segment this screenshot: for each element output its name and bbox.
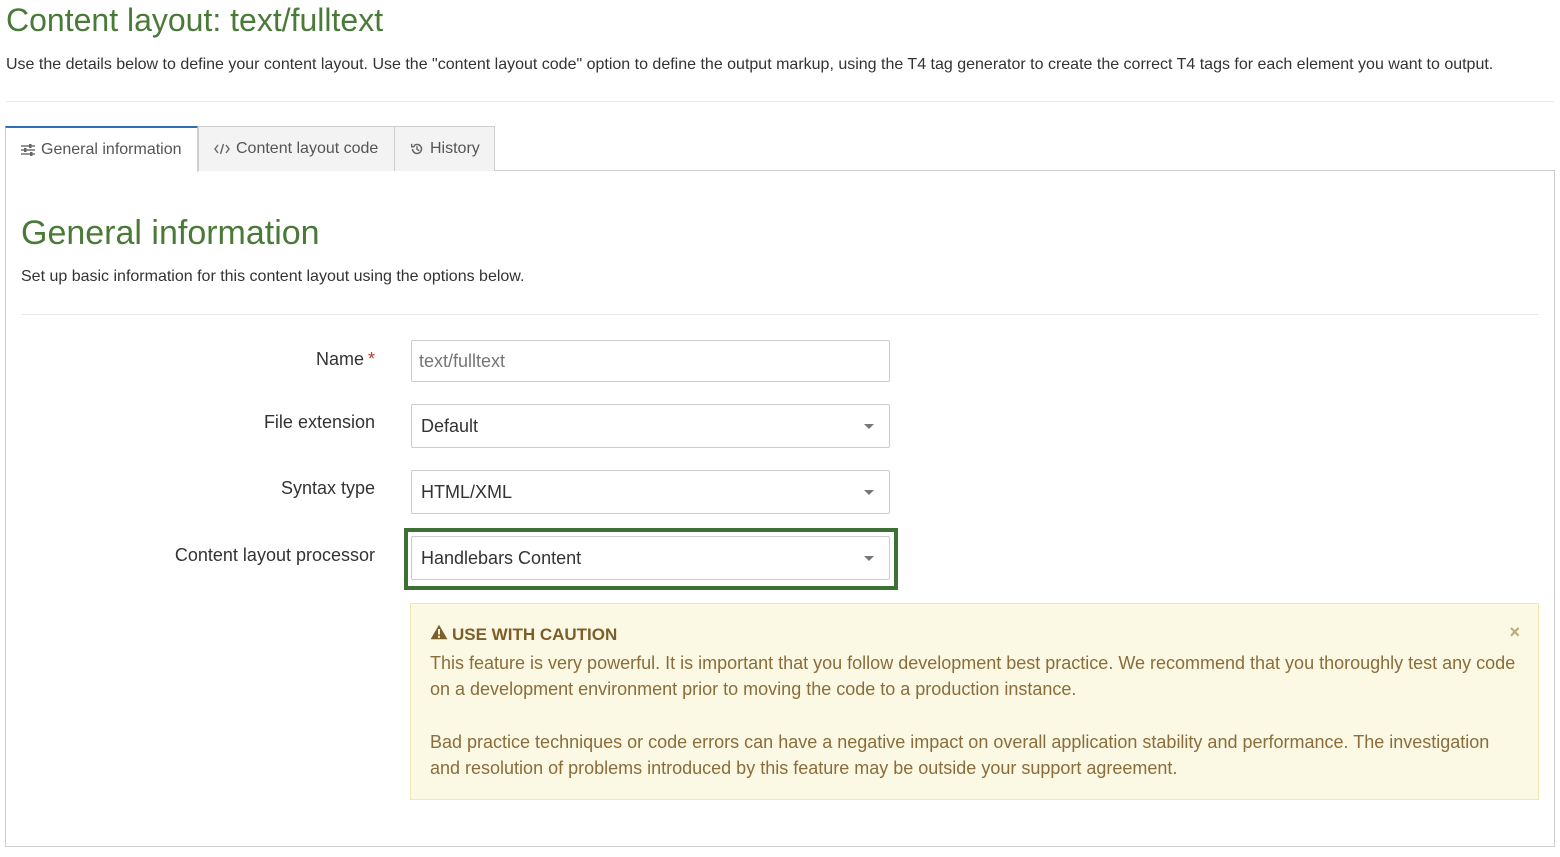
page-title: Content layout: text/fulltext bbox=[6, 2, 384, 38]
warning-icon bbox=[430, 624, 448, 646]
name-label: Name * bbox=[316, 348, 375, 370]
tab-label: History bbox=[430, 140, 480, 157]
history-icon bbox=[410, 142, 424, 156]
file-extension-label: File extension bbox=[263, 412, 375, 432]
processor-select[interactable]: Handlebars Content bbox=[411, 536, 890, 580]
tab-history[interactable]: History bbox=[394, 126, 495, 171]
name-label-text: Name bbox=[315, 349, 364, 369]
syntax-type-value: HTML/XML bbox=[421, 481, 513, 502]
processor-label: Content layout processor bbox=[174, 545, 375, 565]
name-input[interactable] bbox=[411, 340, 890, 382]
divider bbox=[21, 314, 1539, 315]
syntax-type-select[interactable]: HTML/XML bbox=[411, 470, 890, 514]
page-description: Use the details below to define your con… bbox=[6, 56, 1494, 73]
tab-label: General information bbox=[41, 141, 182, 158]
syntax-type-label: Syntax type bbox=[280, 478, 375, 498]
sliders-icon bbox=[21, 144, 35, 156]
alert-paragraph: This feature is very powerful. It is imp… bbox=[430, 653, 1516, 699]
divider bbox=[6, 101, 1554, 102]
content-layout-page: Content layout: text/fulltext Use the de… bbox=[0, 0, 1560, 857]
chevron-down-icon bbox=[864, 489, 874, 495]
alert-title-text: USE WITH CAUTION bbox=[452, 625, 618, 644]
section-title: General information bbox=[21, 214, 320, 252]
tab-content-layout-code[interactable]: Content layout code bbox=[198, 126, 395, 171]
alert-paragraph: Bad practice techniques or code errors c… bbox=[430, 732, 1490, 778]
close-icon[interactable]: × bbox=[1509, 622, 1520, 642]
tab-general-information[interactable]: General information bbox=[5, 126, 198, 172]
alert-title: USE WITH CAUTION bbox=[430, 624, 1519, 646]
file-extension-value: Default bbox=[421, 415, 479, 436]
code-icon bbox=[214, 143, 230, 155]
tab-label: Content layout code bbox=[236, 140, 379, 157]
required-marker: * bbox=[367, 349, 375, 369]
chevron-down-icon bbox=[864, 423, 874, 429]
processor-value: Handlebars Content bbox=[421, 547, 582, 568]
section-description: Set up basic information for this conten… bbox=[21, 268, 525, 285]
caution-alert: USE WITH CAUTION This feature is very po… bbox=[410, 603, 1539, 800]
file-extension-select[interactable]: Default bbox=[411, 404, 890, 448]
chevron-down-icon bbox=[864, 555, 874, 561]
